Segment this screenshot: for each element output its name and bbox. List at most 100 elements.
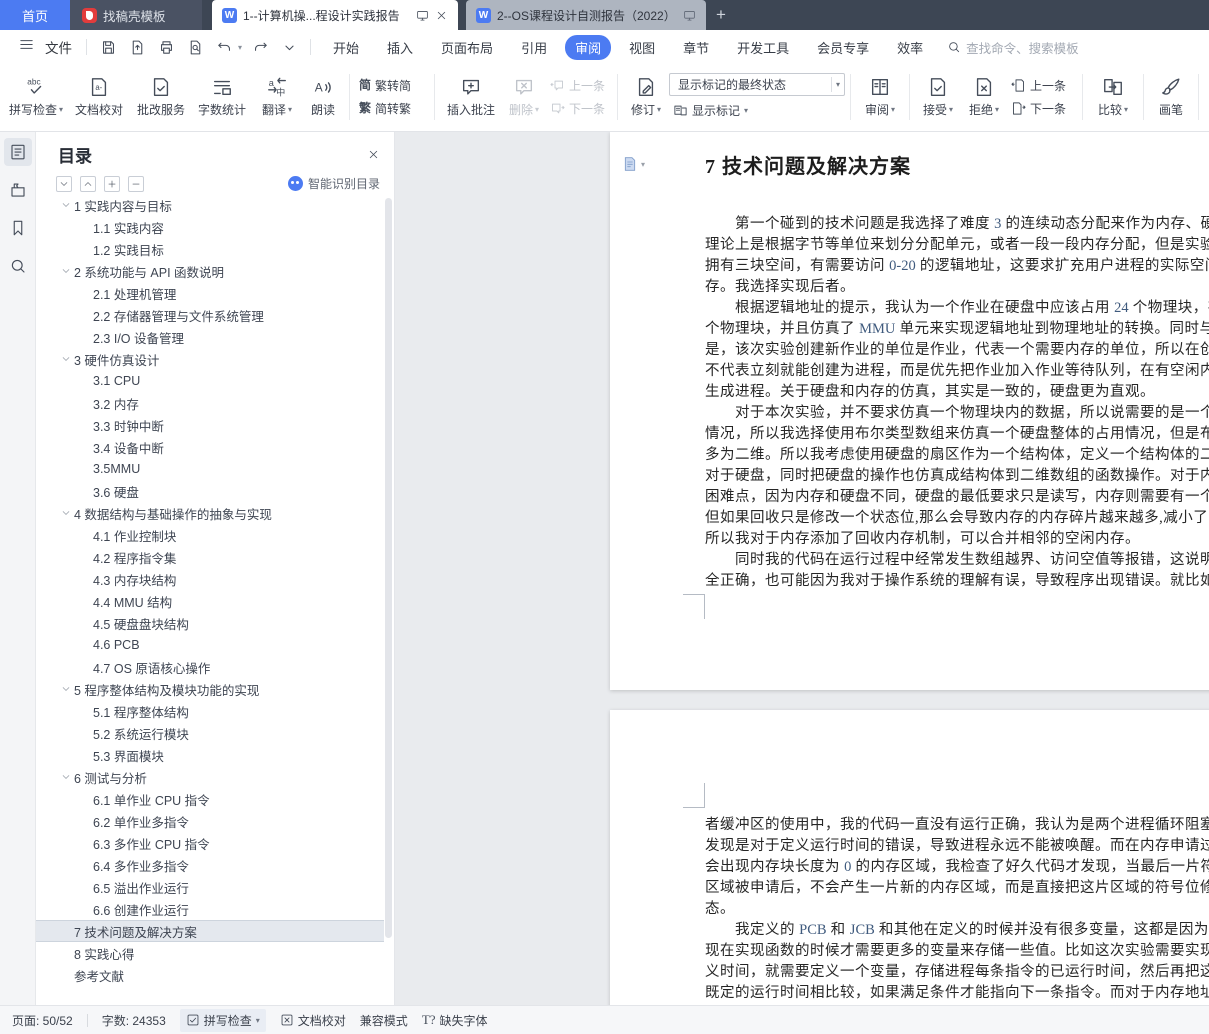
outline-panel-button[interactable] (3, 138, 32, 166)
menu-item-dev-tools[interactable]: 开发工具 (727, 35, 799, 60)
print-button[interactable] (155, 36, 177, 58)
toc-item[interactable]: 4.4 MMU 结构 (36, 590, 384, 612)
translate-button[interactable]: a中 翻译 ▾ (252, 68, 302, 126)
restrict-edit-button[interactable]: 限制编辑 (1204, 68, 1209, 126)
menu-item-efficiency[interactable]: 效率 (887, 35, 933, 60)
toc-item[interactable]: 1 实践内容与目标 (36, 194, 384, 216)
file-menu-button[interactable]: 文件 (0, 36, 86, 58)
page-indicator[interactable]: 页面: 50/52 (12, 1012, 73, 1029)
menu-item-references[interactable]: 引用 (511, 35, 557, 60)
toc-item[interactable]: 3.4 设备中断 (36, 436, 384, 458)
toc-item[interactable]: 参考文献 (36, 964, 384, 986)
toc-item[interactable]: 8 实践心得 (36, 942, 384, 964)
toc-item[interactable]: 5.1 程序整体结构 (36, 700, 384, 722)
customize-toolbar-button[interactable] (278, 36, 300, 58)
monitor-icon[interactable] (416, 9, 429, 22)
toc-item[interactable]: 3.3 时钟中断 (36, 414, 384, 436)
bookmark-panel-button[interactable] (4, 214, 32, 242)
toc-item[interactable]: 2 系统功能与 API 函数说明 (36, 260, 384, 282)
word-count-button[interactable]: 字数统计 (192, 68, 252, 126)
next-change-button[interactable]: 下一条 (1007, 99, 1077, 118)
menu-item-page-layout[interactable]: 页面布局 (431, 35, 503, 60)
menu-item-home[interactable]: 开始 (323, 35, 369, 60)
toc-item[interactable]: 4.6 PCB (36, 634, 384, 656)
insert-comment-button[interactable]: 插入批注 (440, 68, 502, 126)
close-panel-icon[interactable] (367, 148, 380, 161)
toc-item[interactable]: 7 技术问题及解决方案 (36, 920, 384, 942)
collapse-all-button[interactable] (80, 175, 96, 192)
read-aloud-button[interactable]: A 朗读 (302, 68, 344, 126)
annotation-panel-button[interactable] (4, 176, 32, 204)
prev-change-button[interactable]: 上一条 (1007, 76, 1077, 95)
toc-item[interactable]: 4.7 OS 原语核心操作 (36, 656, 384, 678)
toc-item[interactable]: 1.1 实践内容 (36, 216, 384, 238)
toc-item[interactable]: 6.4 多作业多指令 (36, 854, 384, 876)
toc-item[interactable]: 3.1 CPU (36, 370, 384, 392)
missing-font-indicator[interactable]: T? 缺失字体 (422, 1012, 488, 1029)
toc-item[interactable]: 6.3 多作业 CPU 指令 (36, 832, 384, 854)
undo-button[interactable] (213, 36, 235, 58)
menu-item-member[interactable]: 会员专享 (807, 35, 879, 60)
toc-item[interactable]: 6.6 创建作业运行 (36, 898, 384, 920)
docer-template-tab[interactable]: 找稿壳模板 (70, 0, 202, 30)
spellcheck-toggle[interactable]: 拼写检查 ▾ (179, 1008, 266, 1032)
compare-button[interactable]: 比较 ▾ (1088, 68, 1138, 126)
toc-item[interactable]: 6 测试与分析 (36, 766, 384, 788)
toc-item[interactable]: 3.2 内存 (36, 392, 384, 414)
toc-item[interactable]: 6.2 单作业多指令 (36, 810, 384, 832)
menu-item-section[interactable]: 章节 (673, 35, 719, 60)
document-tab-1[interactable]: W 1--计算机操...程设计实践报告 (212, 0, 458, 30)
chevron-down-icon[interactable] (58, 266, 74, 276)
menu-item-view[interactable]: 视图 (619, 35, 665, 60)
trad-to-simp-button[interactable]: 简 繁转简 (355, 76, 429, 95)
word-count-indicator[interactable]: 字数: 24353 (102, 1012, 166, 1029)
collapse-level-button[interactable] (128, 175, 144, 192)
chevron-down-icon[interactable] (58, 200, 74, 210)
toc-item[interactable]: 2.1 处理机管理 (36, 282, 384, 304)
save-button[interactable] (97, 36, 119, 58)
show-markup-button[interactable]: 显示标记 ▾ (669, 101, 845, 120)
new-tab-button[interactable]: + (706, 0, 736, 30)
smart-recognize-toc-button[interactable]: 智能识别目录 (287, 175, 380, 192)
next-comment-button[interactable]: 下一条 (546, 99, 612, 118)
chevron-down-icon[interactable] (58, 354, 74, 364)
toc-item[interactable]: 4.5 硬盘盘块结构 (36, 612, 384, 634)
review-pane-button[interactable]: 审阅 ▾ (856, 68, 904, 126)
toc-item[interactable]: 4.2 程序指令集 (36, 546, 384, 568)
home-tab[interactable]: 首页 (0, 0, 70, 30)
toc-item[interactable]: 3.5MMU (36, 458, 384, 480)
output-button[interactable] (126, 36, 148, 58)
menu-item-review[interactable]: 审阅 (565, 34, 612, 60)
expand-level-button[interactable] (104, 175, 120, 192)
prev-comment-button[interactable]: 上一条 (546, 76, 612, 95)
delete-comment-button[interactable]: 删除 ▾ (502, 68, 546, 126)
close-tab-icon[interactable] (435, 9, 448, 22)
spellcheck-button[interactable]: abc 拼写检查 ▾ (4, 68, 68, 126)
document-page-1[interactable]: ▾ 7 技术问题及解决方案 第一个碰到的技术问题是我选择了难度 3 的连续动态分… (610, 132, 1209, 690)
toc-item[interactable]: 5 程序整体结构及模块功能的实现 (36, 678, 384, 700)
toc-item[interactable]: 4.3 内存块结构 (36, 568, 384, 590)
chevron-down-icon[interactable] (58, 772, 74, 782)
print-preview-button[interactable] (184, 36, 206, 58)
toc-item[interactable]: 6.1 单作业 CPU 指令 (36, 788, 384, 810)
markup-state-select[interactable]: 显示标记的最终状态 ▾ (669, 73, 845, 96)
toc-item[interactable]: 2.2 存储器管理与文件系统管理 (36, 304, 384, 326)
reject-button[interactable]: 拒绝 ▾ (961, 68, 1007, 126)
toc-item[interactable]: 2.3 I/O 设备管理 (36, 326, 384, 348)
track-changes-button[interactable]: 修订 ▾ (623, 68, 669, 126)
toc-item[interactable]: 5.3 界面模块 (36, 744, 384, 766)
proofread-toggle[interactable]: 文档校对 (280, 1012, 346, 1029)
redo-button[interactable] (249, 36, 271, 58)
chevron-down-icon[interactable] (58, 684, 74, 694)
toc-item[interactable]: 1.2 实践目标 (36, 238, 384, 260)
brush-button[interactable]: 画笔 (1149, 68, 1193, 126)
toc-item[interactable]: 3 硬件仿真设计 (36, 348, 384, 370)
compat-mode-indicator[interactable]: 兼容模式 (360, 1012, 408, 1029)
simp-to-trad-button[interactable]: 繁 简转繁 (355, 99, 429, 118)
toc-item[interactable]: 3.6 硬盘 (36, 480, 384, 502)
proofread-button[interactable]: a- 文档校对 (68, 68, 130, 126)
undo-dropdown-arrow[interactable]: ▾ (238, 43, 242, 52)
accept-button[interactable]: 接受 ▾ (915, 68, 961, 126)
expand-all-button[interactable] (56, 175, 72, 192)
correction-service-button[interactable]: 批改服务 (130, 68, 192, 126)
